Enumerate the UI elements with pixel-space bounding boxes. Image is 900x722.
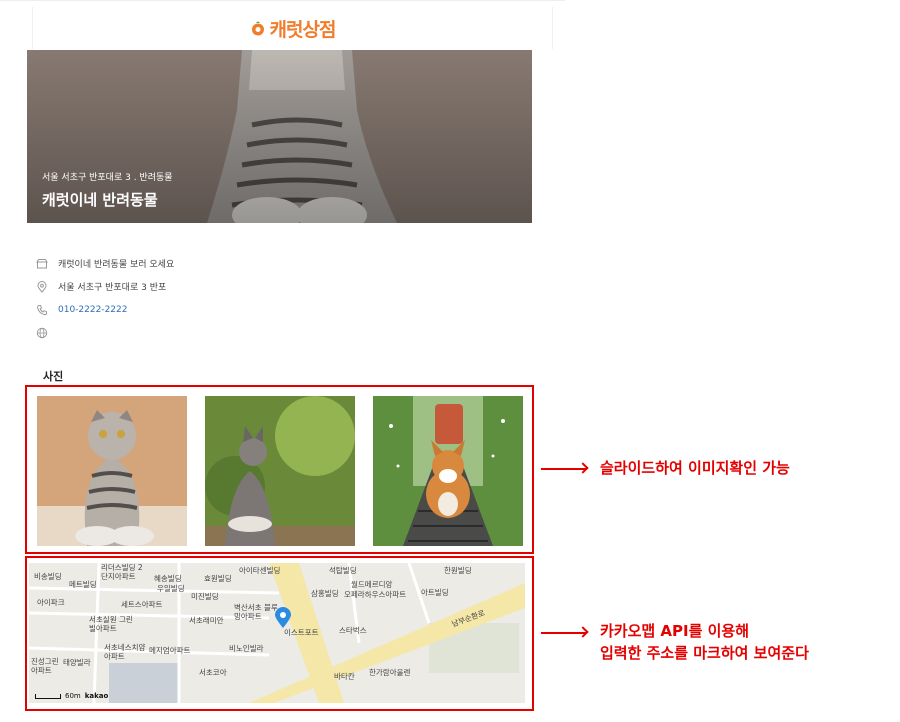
map-label: 삼홍빌딩 (311, 589, 339, 598)
info-row-website (36, 321, 516, 344)
map-label: 서초실원 그린빌아파트 (89, 615, 133, 633)
slide-arrow (541, 468, 586, 470)
store-info-list: 캐럿이네 반려동물 보러 오세요 서울 서초구 반포대로 3 반포 010-22… (36, 252, 516, 344)
hero-title: 캐럿이네 반려동물 (42, 191, 158, 209)
map-label: 진성그린 아파트 (31, 657, 59, 675)
hero-banner: 서울 서초구 반포대로 3 . 반려동물 캐럿이네 반려동물 (27, 50, 532, 223)
logo[interactable]: 캐럿상점 (250, 15, 336, 42)
map-label: 메트빌딩 (69, 580, 97, 589)
map-label: 메지엄아파트 (149, 646, 191, 655)
map-label: 리더스빌딩 2단지아파트 (101, 563, 143, 581)
scale-bar (35, 693, 61, 699)
map-label: 비노인빌라 (229, 644, 264, 653)
scottish-fold-cat-photo[interactable] (37, 396, 187, 546)
photo-slider[interactable] (25, 385, 534, 554)
header-bar: 캐럿상점 (32, 7, 553, 49)
kitten-photo[interactable] (205, 396, 355, 546)
map-label: 아이파크 (37, 598, 65, 607)
map-label: 스타벅스 (339, 626, 367, 635)
map-label: 오페라하우스아파트 (344, 590, 407, 599)
map-label: 서초네스치얌 아파트 (104, 643, 146, 661)
store-phone-link[interactable]: 010-2222-2222 (58, 305, 127, 315)
info-row-description: 캐럿이네 반려동물 보러 오세요 (36, 252, 516, 275)
carrot-icon (251, 21, 264, 36)
kakao-map[interactable]: 비송빌딩 리더스빌딩 2단지아파트 혜송빌딩 효원빌딩 아이타센빌딩 석탑빌딩 … (25, 556, 534, 711)
hero-subtitle: 서울 서초구 반포대로 3 . 반려동물 (42, 173, 173, 183)
map-scale: 60m kakao (35, 692, 108, 700)
store-description: 캐럿이네 반려동물 보러 오세요 (58, 260, 175, 270)
map-label: 미진빌딩 (191, 592, 219, 601)
map-marker-icon[interactable] (275, 607, 291, 629)
map-label: 효원빌딩 (204, 574, 232, 583)
map-label: 아트빌딩 (421, 588, 449, 597)
map-label: 석탑빌딩 (329, 566, 357, 575)
globe-icon[interactable] (36, 327, 48, 339)
slide-note: 슬라이드하여 이미지확인 가능 (600, 459, 790, 477)
photos-section-title: 사진 (43, 370, 64, 383)
location-pin-icon (37, 280, 47, 293)
phone-icon (36, 304, 47, 315)
map-label: 한가람아울렌 (369, 668, 411, 677)
map-label: 세트스아파트 (121, 600, 163, 609)
map-label: 바타칸 (334, 672, 355, 681)
map-label: 태양빌라 (63, 658, 91, 667)
map-canvas[interactable]: 비송빌딩 리더스빌딩 2단지아파트 혜송빌딩 효원빌딩 아이타센빌딩 석탑빌딩 … (29, 563, 525, 703)
map-note-line1: 카카오맵 API를 이용해 (600, 622, 750, 640)
map-label: 한원빌딩 (444, 566, 472, 575)
map-note-line2: 입력한 주소를 마크하여 보여준다 (600, 644, 809, 662)
map-label: 비송빌딩 (34, 572, 62, 581)
map-label: 서초코아 (199, 668, 227, 677)
info-row-phone: 010-2222-2222 (36, 298, 516, 321)
scale-text: 60m (65, 692, 81, 700)
map-label: 아이타센빌딩 (239, 566, 281, 575)
logo-text: 캐럿상점 (269, 18, 337, 41)
store-address: 서울 서초구 반포대로 3 반포 (58, 283, 167, 293)
corgi-photo[interactable] (373, 396, 523, 546)
info-row-address: 서울 서초구 반포대로 3 반포 (36, 275, 516, 298)
store-icon (36, 258, 48, 268)
kakao-brand: kakao (84, 692, 109, 700)
map-label: 서초래미안 (189, 616, 224, 625)
map-arrow (541, 632, 586, 634)
app-header: 캐럿상점 (0, 0, 565, 51)
map-label: 우일빌딩 (157, 584, 185, 593)
map-roads (29, 563, 525, 703)
